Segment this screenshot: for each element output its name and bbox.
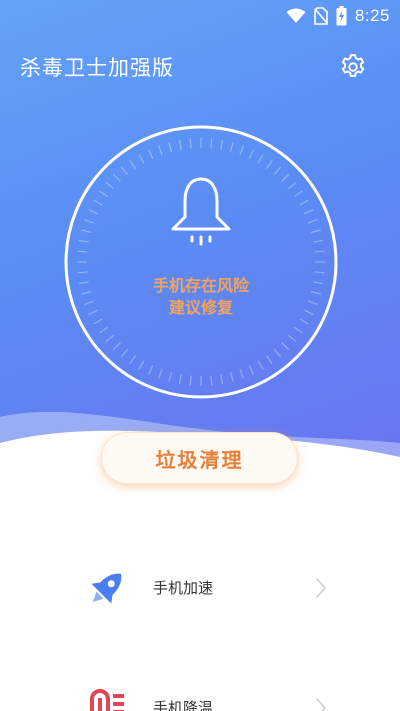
dial-tick bbox=[178, 139, 182, 150]
dial-tick bbox=[248, 149, 254, 159]
dial-tick bbox=[314, 250, 325, 253]
dial-tick bbox=[148, 149, 154, 159]
dial-tick bbox=[313, 239, 324, 243]
dial-tick bbox=[248, 365, 254, 375]
menu-item-label: 手机降温 bbox=[153, 699, 214, 711]
dial-tick bbox=[281, 173, 290, 182]
risk-status-line1: 手机存在风险 bbox=[152, 276, 249, 295]
dial-tick bbox=[257, 154, 264, 164]
junk-clean-button[interactable]: 垃圾清理 bbox=[101, 432, 298, 484]
dial-tick bbox=[78, 239, 89, 243]
dial-tick bbox=[210, 375, 213, 386]
dial-tick bbox=[273, 348, 282, 358]
dial-tick bbox=[88, 209, 98, 215]
dial-tick bbox=[220, 139, 224, 150]
gear-icon bbox=[341, 54, 365, 77]
dial-tick bbox=[287, 181, 297, 190]
dial-tick bbox=[138, 154, 145, 164]
dial-tick bbox=[158, 368, 163, 379]
menu-item-speedup[interactable]: 手机加速 bbox=[0, 558, 400, 618]
dial-tick bbox=[77, 271, 88, 274]
dial-tick bbox=[158, 145, 163, 156]
dial-tick bbox=[112, 342, 121, 351]
junk-clean-label: 垃圾清理 bbox=[155, 447, 244, 472]
dial-tick bbox=[239, 145, 244, 156]
dial-tick bbox=[294, 326, 303, 334]
dial-tick bbox=[129, 160, 137, 169]
settings-button[interactable] bbox=[336, 50, 370, 84]
wifi-icon bbox=[286, 8, 306, 23]
dial-tick bbox=[138, 360, 145, 370]
dial-tick bbox=[168, 371, 173, 382]
dial-tick bbox=[299, 199, 309, 206]
thermometer-icon bbox=[90, 689, 124, 711]
dial-tick bbox=[189, 375, 192, 386]
dial-tick bbox=[178, 374, 182, 385]
risk-status-line2: 建议修复 bbox=[168, 298, 233, 317]
dial-tick bbox=[93, 318, 103, 325]
dial-tick bbox=[310, 229, 321, 234]
scan-dial[interactable]: 手机存在风险 建议修复 bbox=[64, 125, 338, 399]
dial-tick bbox=[105, 181, 115, 190]
dial-tick bbox=[99, 190, 108, 198]
dial-tick bbox=[239, 368, 244, 379]
battery-charging-icon bbox=[336, 6, 347, 26]
status-icons: 8:25 bbox=[286, 5, 390, 27]
dial-tick bbox=[265, 160, 273, 169]
dial-tick bbox=[84, 219, 95, 224]
dial-tick bbox=[148, 365, 154, 375]
dial-tick bbox=[112, 173, 121, 182]
rocket-icon bbox=[91, 573, 122, 604]
dial-tick bbox=[189, 138, 192, 149]
status-time: 8:25 bbox=[354, 6, 390, 25]
status-bar: 8:25 bbox=[0, 0, 400, 32]
dial-tick bbox=[229, 371, 234, 382]
menu-item-cooldown[interactable]: 手机降温 bbox=[0, 678, 400, 711]
dial-tick bbox=[77, 250, 88, 253]
dial-tick bbox=[81, 229, 92, 234]
dial-tick bbox=[273, 166, 282, 176]
chevron-right-icon bbox=[316, 698, 326, 711]
dial-tick bbox=[299, 318, 309, 325]
dial-tick bbox=[99, 326, 108, 334]
dial-tick bbox=[229, 142, 234, 153]
dial-tick bbox=[287, 334, 297, 343]
dial-tick bbox=[120, 166, 129, 176]
dial-tick bbox=[220, 374, 224, 385]
app-header: 杀毒卫士加强版 bbox=[0, 48, 400, 88]
dial-tick bbox=[129, 355, 137, 364]
dial-tick bbox=[168, 142, 173, 153]
dial-tick bbox=[294, 190, 303, 198]
app-title: 杀毒卫士加强版 bbox=[20, 56, 174, 80]
dial-tick bbox=[281, 342, 290, 351]
dial-tick bbox=[120, 348, 129, 358]
dial-tick bbox=[265, 355, 273, 364]
dial-ring bbox=[64, 125, 338, 399]
dial-tick bbox=[105, 334, 115, 343]
dial-tick bbox=[304, 209, 314, 215]
no-sim-icon bbox=[314, 7, 328, 25]
dial-tick bbox=[314, 271, 325, 274]
dial-tick bbox=[307, 219, 318, 224]
risk-status-text: 手机存在风险 建议修复 bbox=[64, 275, 338, 319]
dial-tick bbox=[257, 360, 264, 370]
chevron-right-icon bbox=[316, 578, 326, 598]
menu-item-label: 手机加速 bbox=[153, 579, 214, 597]
dial-tick bbox=[210, 138, 213, 149]
bell-icon bbox=[171, 177, 231, 246]
dial-tick bbox=[93, 199, 103, 206]
